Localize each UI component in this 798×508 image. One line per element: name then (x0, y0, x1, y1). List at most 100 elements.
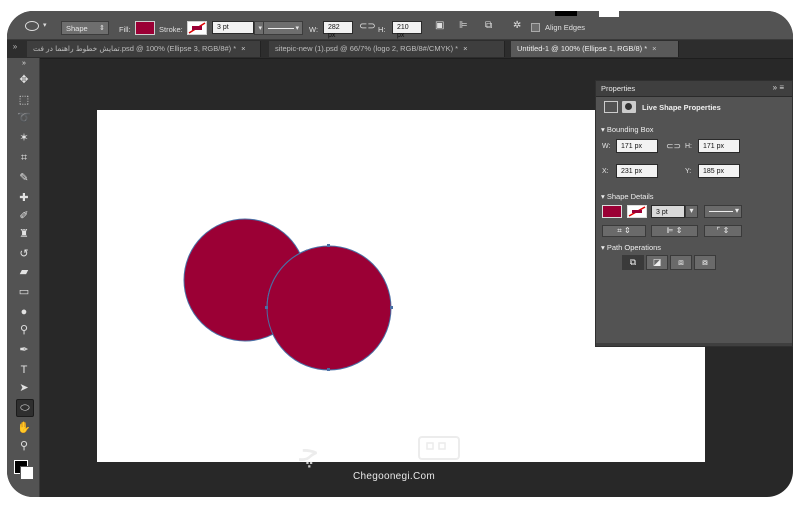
healing-brush-tool-icon[interactable]: ✚ (16, 190, 32, 206)
bbox-height-value: 171 px (703, 143, 725, 150)
mask-icon[interactable] (622, 101, 636, 113)
ellipse-tool-icon[interactable]: ⬭ (16, 399, 34, 417)
move-tool-icon[interactable]: ✥ (16, 72, 32, 88)
bbox-width-value: 171 px (621, 143, 643, 150)
align-edges-label: Align Edges (545, 23, 586, 32)
stroke-none-icon (188, 22, 206, 34)
anchor-point[interactable] (327, 244, 330, 247)
eyedropper-tool-icon[interactable]: ✎ (16, 170, 32, 186)
align-edges-checkbox[interactable] (531, 23, 540, 32)
height-input[interactable]: 210 px (392, 21, 422, 39)
stroke-width-input[interactable]: 3 pt (212, 21, 254, 34)
subtract-front-shape-button[interactable]: ◪ (646, 255, 668, 270)
bbox-y-value: 185 px (703, 168, 725, 175)
hand-tool-icon[interactable]: ✋ (16, 420, 32, 436)
bounding-box-section[interactable]: ▾ Bounding Box (601, 125, 654, 134)
stroke-label: Stroke: (159, 25, 183, 34)
watermark-brand-text: Chegoonegi.Com (352, 471, 436, 482)
blur-tool-icon[interactable]: ● (16, 304, 32, 320)
ellipse-2-selected[interactable] (266, 245, 392, 371)
exclude-overlapping-button[interactable]: ⧇ (694, 255, 716, 270)
foreground-color-chip (555, 11, 577, 16)
magic-wand-tool-icon[interactable]: ✶ (16, 130, 32, 146)
bbox-width-input[interactable]: 171 px (616, 139, 658, 153)
width-input[interactable]: 282 px (323, 21, 353, 39)
close-icon[interactable]: × (241, 44, 245, 53)
gear-icon[interactable]: ✲ (513, 20, 521, 31)
shape-stroke-width-value: 3 pt (656, 209, 668, 216)
crop-tool-icon[interactable]: ⌗ (16, 150, 32, 166)
stroke-line-icon (709, 211, 733, 212)
dodge-tool-icon[interactable]: ⚲ (16, 322, 32, 338)
pen-tool-icon[interactable]: ✒ (16, 342, 32, 358)
stroke-type-dropdown[interactable]: ▾ (704, 205, 742, 218)
path-alignment-icon[interactable]: ⊫ (459, 20, 468, 31)
anchor-point[interactable] (390, 306, 393, 309)
shape-fill-swatch[interactable] (602, 205, 622, 218)
watermark: چگونگی Chegoonegi.Com (218, 425, 489, 489)
chevron-down-icon: ▾ (258, 25, 262, 32)
link-icon[interactable]: ⊂⊃ (666, 141, 681, 152)
anchor-point[interactable] (265, 306, 268, 309)
combine-shapes-button[interactable]: ⧉ (622, 255, 644, 270)
stroke-color-swatch[interactable] (187, 21, 207, 35)
stroke-corners-dropdown[interactable]: ⌜ ⇕ (704, 225, 742, 237)
stroke-width-value: 3 pt (217, 24, 229, 31)
tool-preset-picker[interactable]: ▾ (21, 18, 51, 33)
marquee-tool-icon[interactable]: ⬚ (16, 92, 32, 108)
path-arrangement-icon[interactable]: ⧉ (485, 20, 492, 31)
updown-icon: ⇕ (99, 25, 105, 32)
close-icon[interactable]: × (652, 44, 656, 53)
lasso-tool-icon[interactable]: ➰ (16, 110, 32, 126)
height-value: 210 px (397, 24, 409, 39)
bbox-y-input[interactable]: 185 px (698, 164, 740, 178)
collapse-panels-icon[interactable]: » (7, 42, 23, 51)
path-selection-tool-icon[interactable]: ➤ (16, 380, 32, 396)
path-operations-section[interactable]: ▾ Path Operations (601, 243, 661, 252)
stroke-caps-dropdown[interactable]: ⊫ ⇕ (651, 225, 698, 237)
eraser-tool-icon[interactable]: ▰ (16, 264, 32, 280)
brush-tool-icon[interactable]: ✐ (16, 208, 32, 224)
shape-icon[interactable] (604, 101, 618, 113)
fill-color-swatch[interactable] (135, 21, 155, 35)
panel-resize-bar[interactable] (596, 343, 792, 346)
tab-document-2[interactable]: sitepic-new (1).psd @ 66/7% (logo 2, RGB… (269, 41, 505, 57)
properties-panel: Properties » ≡ Live Shape Properties ▾ B… (595, 80, 793, 347)
stroke-align-dropdown[interactable]: ⌗ ⇕ (602, 225, 646, 237)
type-tool-icon[interactable]: T (16, 362, 32, 378)
shape-stroke-width-input[interactable]: 3 pt (651, 205, 685, 218)
chevron-down-icon: ▾ (295, 25, 299, 32)
link-icon[interactable]: ⊂⊃ (359, 21, 376, 32)
anchor-point[interactable] (327, 368, 330, 371)
bbox-height-input[interactable]: 171 px (698, 139, 740, 153)
tools-collapse-icon[interactable]: » (16, 60, 32, 68)
tab-label: تمایش خطوط راهنما در فت.psd @ 100% (Elli… (33, 44, 237, 53)
tab-document-1[interactable]: تمایش خطوط راهنما در فت.psd @ 100% (Elli… (27, 41, 261, 57)
mode-dropdown[interactable]: Shape ⇕ (61, 21, 109, 35)
path-operations-icon[interactable]: ▣ (435, 20, 444, 31)
w-label: W: (309, 25, 319, 34)
stroke-none-icon (628, 206, 646, 217)
gradient-tool-icon[interactable]: ▭ (16, 284, 32, 300)
properties-title: Properties (601, 84, 636, 93)
zoom-tool-icon[interactable]: ⚲ (16, 438, 32, 454)
background-color-chip (599, 11, 619, 17)
properties-header: Properties » ≡ (596, 81, 792, 97)
shape-details-section[interactable]: ▾ Shape Details (601, 192, 654, 201)
stroke-width-dropdown[interactable]: ▾ (685, 205, 698, 218)
chevron-down-icon: ▾ (43, 22, 47, 29)
history-brush-tool-icon[interactable]: ↺ (16, 246, 32, 262)
tab-label: sitepic-new (1).psd @ 66/7% (logo 2, RGB… (275, 44, 459, 53)
tab-document-3[interactable]: Untitled-1 @ 100% (Ellipse 1, RGB/8) * × (511, 41, 679, 57)
ellipse-tool-icon (25, 21, 39, 31)
bbox-x-label: X: (602, 168, 609, 175)
bbox-y-label: Y: (685, 168, 692, 175)
background-color-swatch[interactable] (20, 466, 34, 480)
panel-menu-icon[interactable]: » ≡ (773, 83, 784, 92)
shape-stroke-swatch[interactable] (627, 205, 647, 218)
close-icon[interactable]: × (463, 44, 467, 53)
bbox-x-input[interactable]: 231 px (616, 164, 658, 178)
intersect-shape-areas-button[interactable]: ⧈ (670, 255, 692, 270)
clone-stamp-tool-icon[interactable]: ♜ (16, 226, 32, 242)
stroke-type-dropdown[interactable]: ▾ (263, 21, 303, 35)
